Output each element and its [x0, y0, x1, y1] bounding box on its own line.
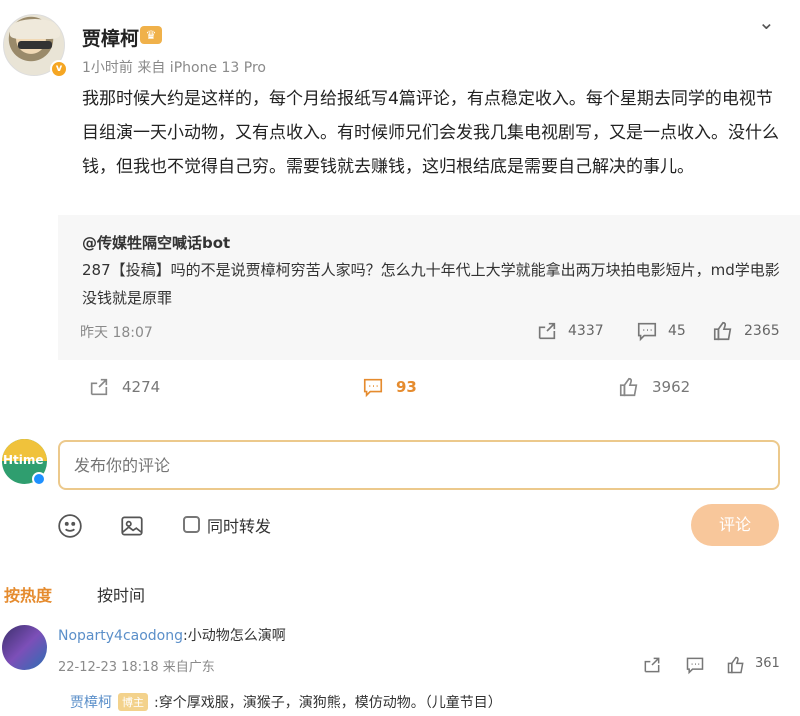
repost-like-stat[interactable]: 2365 [712, 320, 780, 342]
reply-item[interactable]: 贾樟柯 博主 :穿个厚戏服，演猴子，演狗熊，模仿动物。（儿童节目） [70, 692, 502, 712]
repost-time: 昨天 18:07 [80, 325, 153, 341]
avatar-text: Htime [3, 453, 44, 467]
repost-count: 4274 [122, 378, 161, 396]
like-count: 3962 [652, 378, 691, 396]
repost-like-count: 2365 [744, 323, 780, 339]
repost-text: 287【投稿】吗的不是说贾樟柯穷苦人家吗？怎么九十年代上大学就能拿出两万块拍电影… [82, 261, 780, 307]
repost-author[interactable]: @传媒牲隔空喊话bot [82, 232, 230, 253]
tab-sort-hot[interactable]: 按热度 [4, 582, 52, 606]
like-icon[interactable] [726, 655, 746, 675]
repost-icon [90, 378, 108, 396]
comment-time: 22-12-23 18:18 来自广东 [58, 660, 215, 675]
repost-comment-stat[interactable]: 45 [636, 320, 686, 342]
comment-icon [363, 378, 383, 398]
comment-button[interactable]: 93 [362, 376, 417, 398]
avatar-hat [10, 19, 60, 39]
image-icon[interactable] [119, 513, 145, 539]
comment-text: :小动物怎么演啊 [183, 628, 286, 644]
comment-like-count: 361 [755, 656, 780, 671]
like-button[interactable]: 3962 [618, 376, 690, 398]
repost-repost-count: 4337 [568, 323, 604, 339]
like-icon [619, 377, 638, 397]
repost-checkbox-label[interactable]: 同时转发 [207, 513, 271, 537]
comment-body: Noparty4caodong:小动物怎么演啊 [58, 625, 286, 645]
author-tag-badge: 博主 [118, 693, 148, 711]
chevron-down-icon[interactable]: ⌄ [758, 10, 775, 34]
repost-button[interactable]: 4274 [88, 376, 160, 398]
commenter-name[interactable]: Noparty4caodong [58, 628, 183, 644]
post-meta: 1小时前 来自 iPhone 13 Pro [82, 60, 266, 76]
repost-checkbox[interactable] [183, 516, 200, 533]
post-text: 我那时候大约是这样的，每个月给报纸写4篇评论，有点稳定收入。每个星期去同学的电视… [82, 89, 779, 177]
like-icon [713, 321, 732, 341]
comment-icon [637, 322, 657, 342]
verified-badge-icon [32, 472, 46, 486]
repost-icon [538, 322, 556, 340]
comment-icon[interactable] [685, 655, 705, 675]
repost-comment-count: 45 [668, 323, 686, 339]
verified-badge-icon: v [50, 60, 68, 78]
commenter-avatar[interactable] [2, 625, 47, 670]
repost-icon[interactable] [642, 655, 662, 675]
tab-sort-time[interactable]: 按时间 [97, 582, 145, 606]
comment-count: 93 [396, 378, 417, 396]
vip-crown-icon: ♛ [140, 26, 162, 44]
emoji-icon[interactable] [57, 513, 83, 539]
reply-text: :穿个厚戏服，演猴子，演狗熊，模仿动物。（儿童节目） [154, 695, 502, 711]
avatar-glasses [18, 41, 52, 49]
submit-comment-button[interactable]: 评论 [691, 504, 779, 546]
reply-author[interactable]: 贾樟柯 [70, 692, 112, 712]
author-name[interactable]: 贾樟柯 [82, 24, 139, 51]
comment-input[interactable] [58, 440, 780, 490]
repost-repost-stat[interactable]: 4337 [536, 320, 604, 342]
